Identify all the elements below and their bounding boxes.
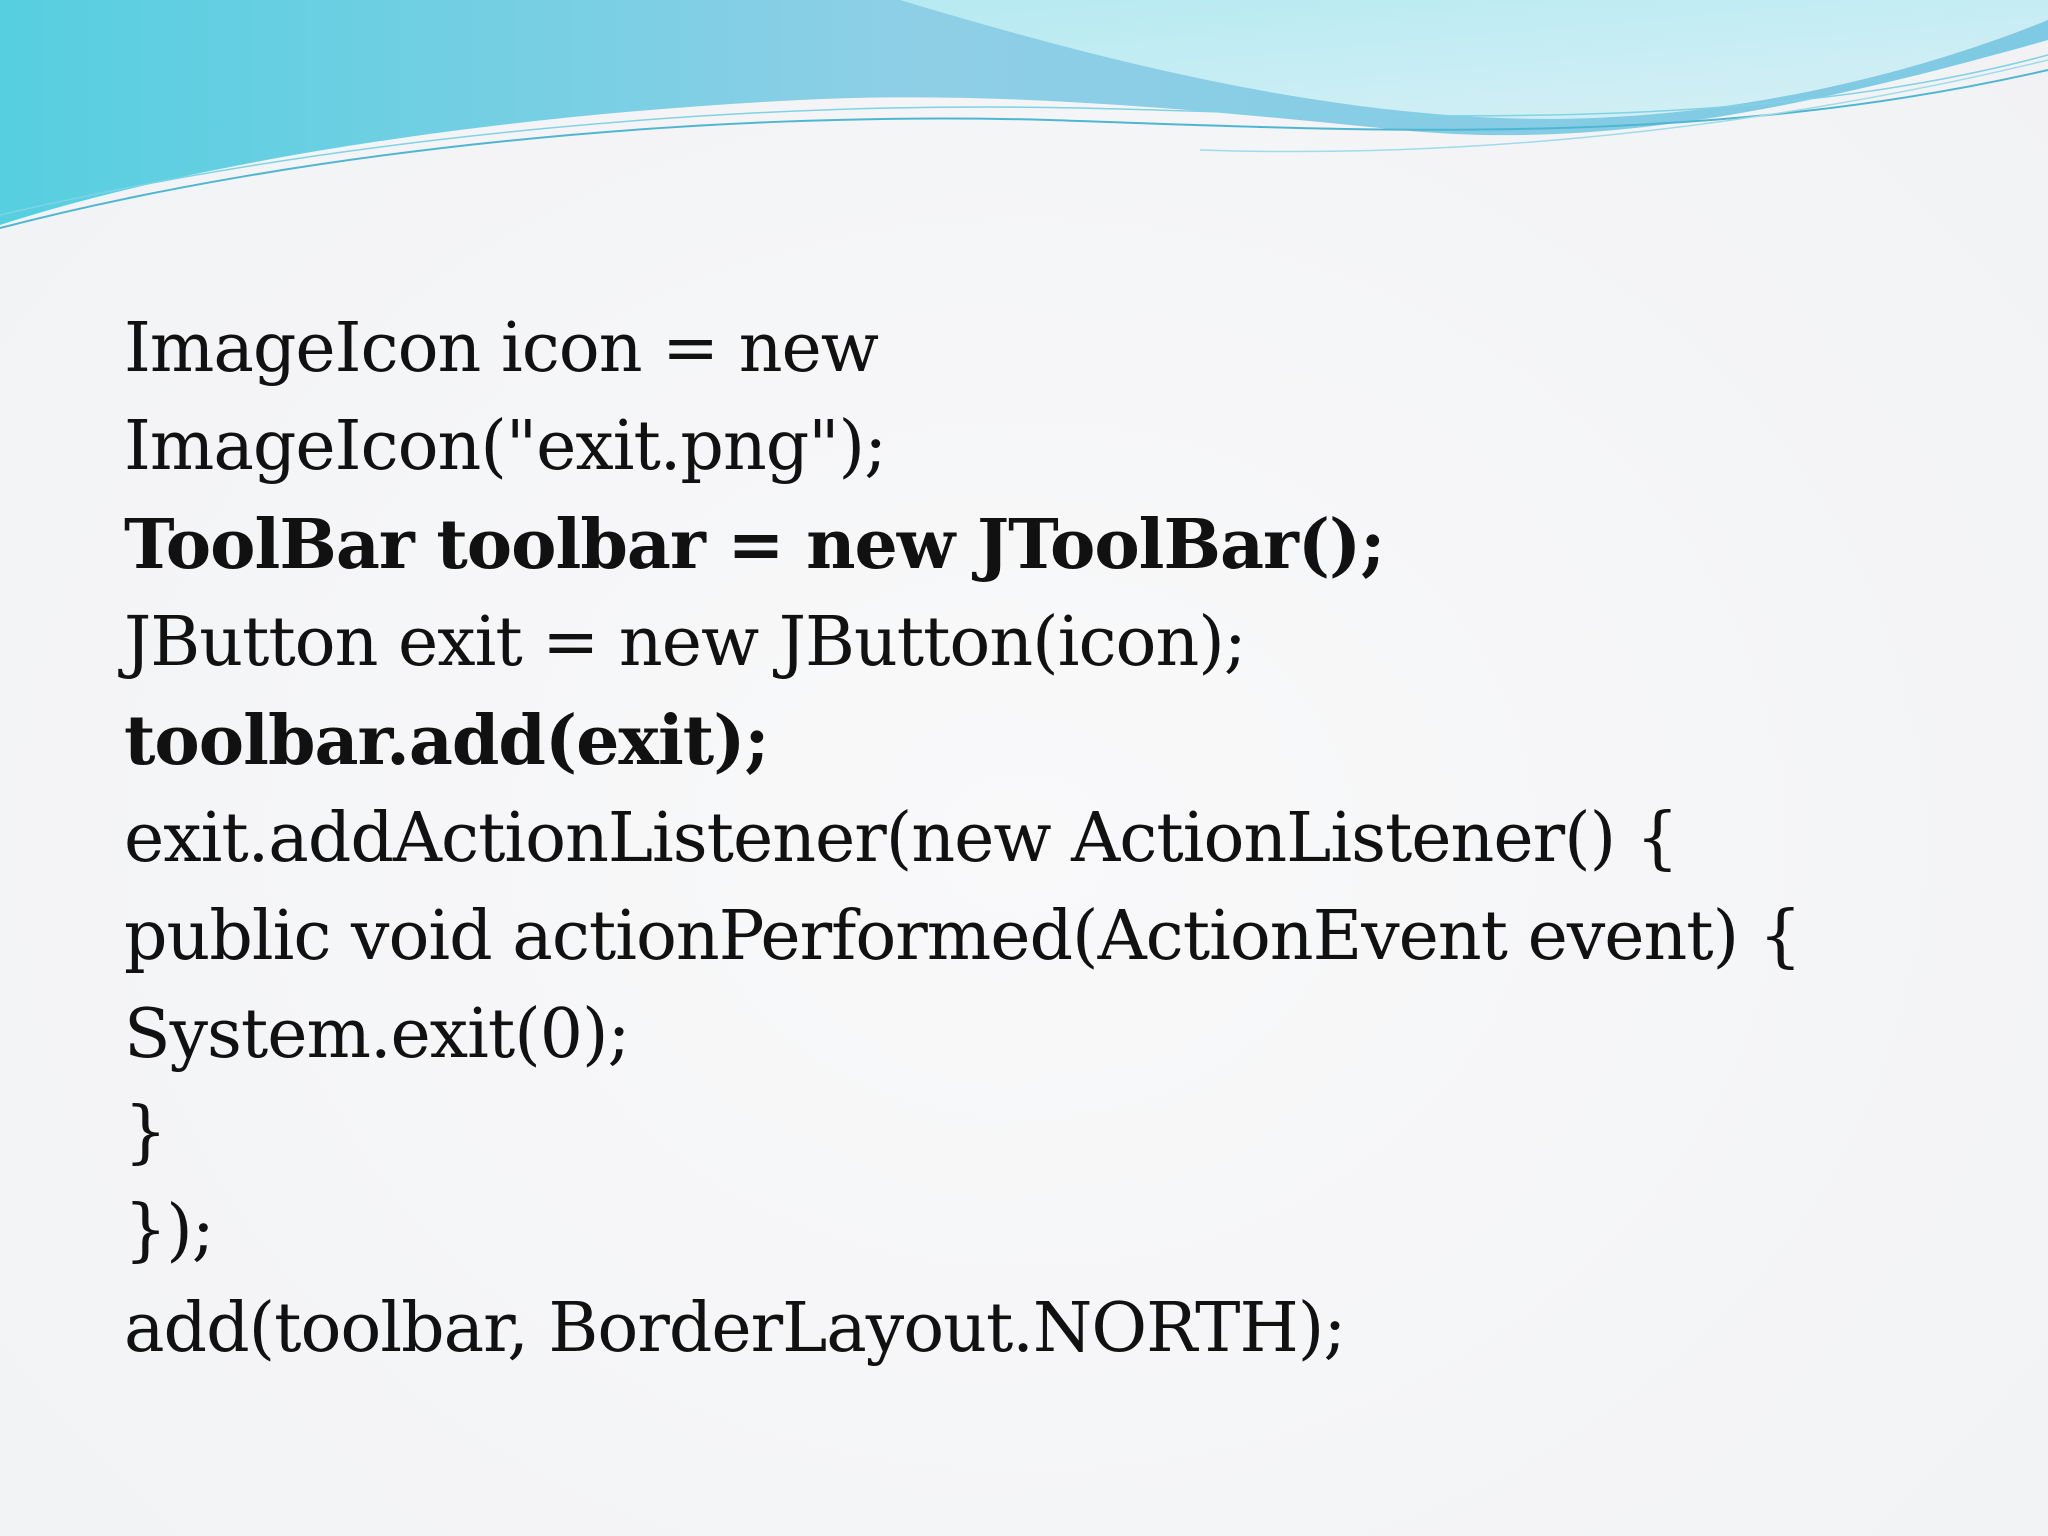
code-line: JButton exit = new JButton(icon); — [124, 603, 1247, 682]
code-line: }); — [124, 1191, 215, 1270]
code-line: System.exit(0); — [124, 995, 630, 1074]
code-line: add(toolbar, BorderLayout.NORTH); — [124, 1289, 1346, 1368]
code-line: toolbar.add(exit); — [124, 701, 769, 781]
slide: ImageIcon icon = new ImageIcon("exit.png"… — [0, 0, 2048, 1536]
header-wave-decoration — [0, 0, 2048, 229]
code-line: } — [124, 1093, 167, 1172]
code-line: public void actionPerformed(ActionEvent … — [124, 897, 1802, 976]
code-line: ImageIcon icon = new — [124, 309, 879, 388]
code-line: ToolBar toolbar = new JToolBar(); — [124, 505, 1385, 585]
code-line: exit.addActionListener(new ActionListene… — [124, 799, 1679, 878]
code-line: ImageIcon("exit.png"); — [124, 407, 887, 486]
code-block: ImageIcon icon = new ImageIcon("exit.png"… — [124, 300, 1802, 1378]
